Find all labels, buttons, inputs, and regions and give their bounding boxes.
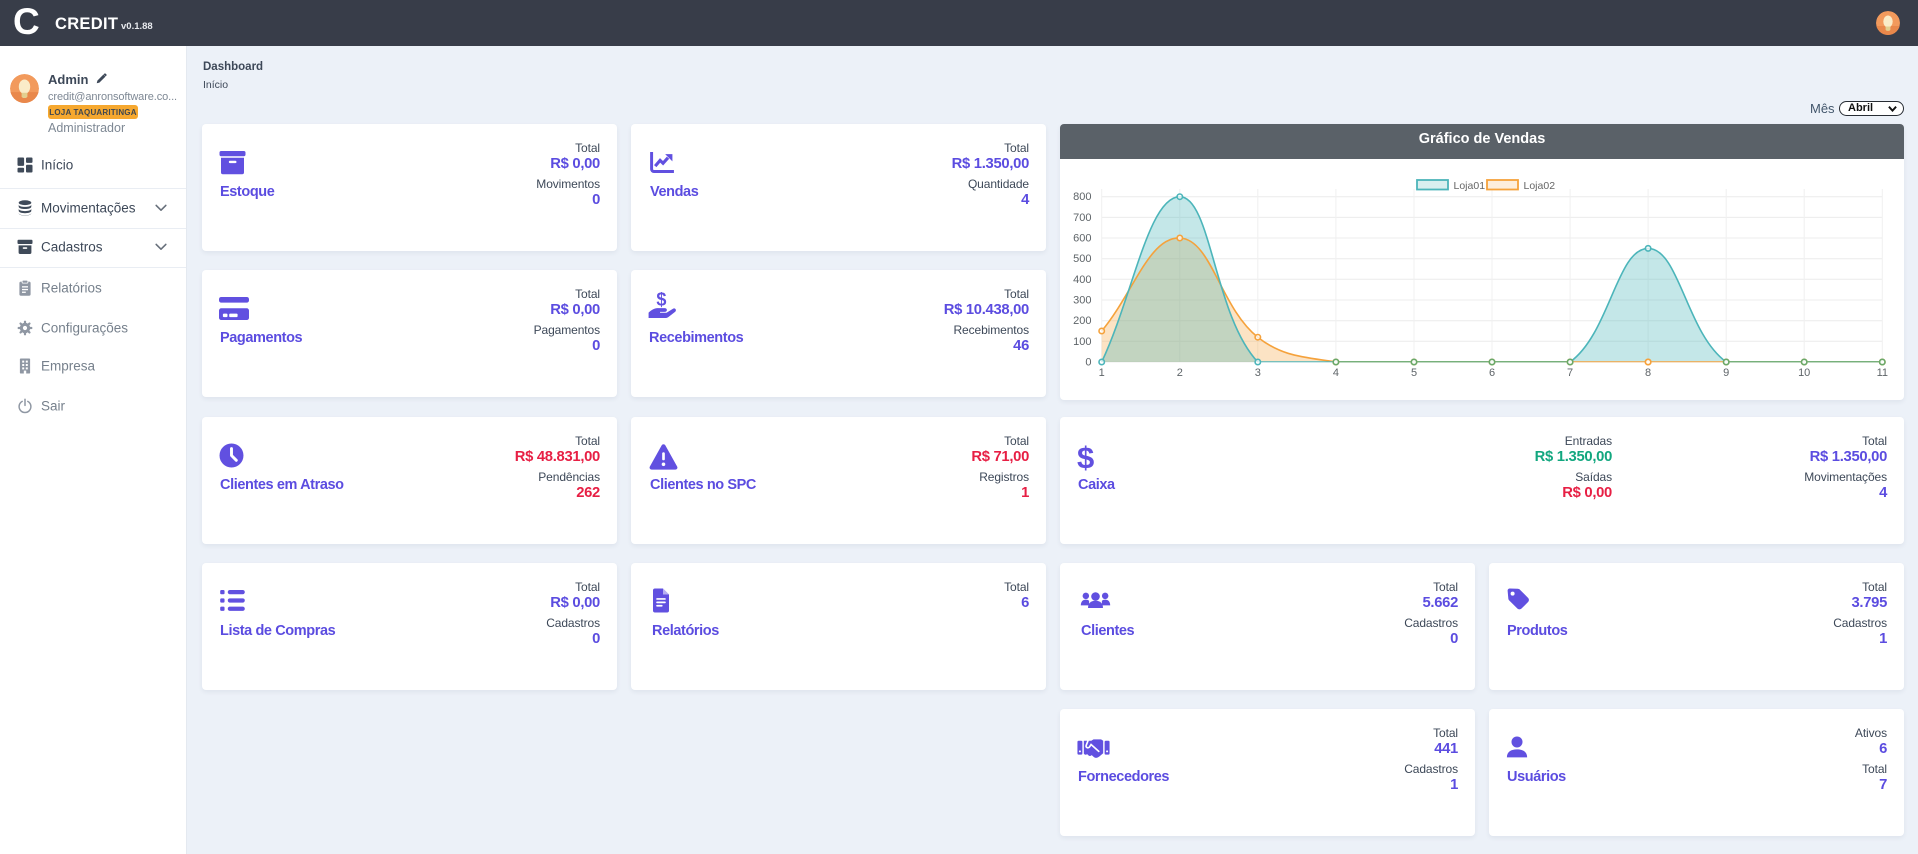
svg-text:$: $ bbox=[656, 292, 666, 309]
svg-text:6: 6 bbox=[1489, 367, 1495, 379]
svg-text:Gráfico de Vendas: Gráfico de Vendas bbox=[1419, 131, 1546, 147]
svg-text:200: 200 bbox=[1073, 315, 1091, 327]
svg-text:10: 10 bbox=[1798, 367, 1810, 379]
svg-text:0: 0 bbox=[1085, 357, 1091, 369]
svg-text:4: 4 bbox=[1333, 367, 1339, 379]
svg-text:5: 5 bbox=[1411, 367, 1417, 379]
svg-text:400: 400 bbox=[1073, 274, 1091, 286]
svg-text:2: 2 bbox=[1177, 367, 1183, 379]
svg-text:7: 7 bbox=[1567, 367, 1573, 379]
svg-text:9: 9 bbox=[1723, 367, 1729, 379]
svg-text:800: 800 bbox=[1073, 191, 1091, 203]
svg-text:Loja02: Loja02 bbox=[1524, 180, 1556, 192]
svg-text:600: 600 bbox=[1073, 233, 1091, 245]
svg-text:Loja01: Loja01 bbox=[1454, 180, 1486, 192]
svg-text:500: 500 bbox=[1073, 253, 1091, 265]
svg-text:3: 3 bbox=[1255, 367, 1261, 379]
svg-text:700: 700 bbox=[1073, 212, 1091, 224]
svg-text:1: 1 bbox=[1099, 367, 1105, 379]
svg-text:11: 11 bbox=[1877, 367, 1888, 379]
svg-text:100: 100 bbox=[1073, 336, 1091, 348]
svg-text:8: 8 bbox=[1645, 367, 1651, 379]
svg-text:300: 300 bbox=[1073, 295, 1091, 307]
